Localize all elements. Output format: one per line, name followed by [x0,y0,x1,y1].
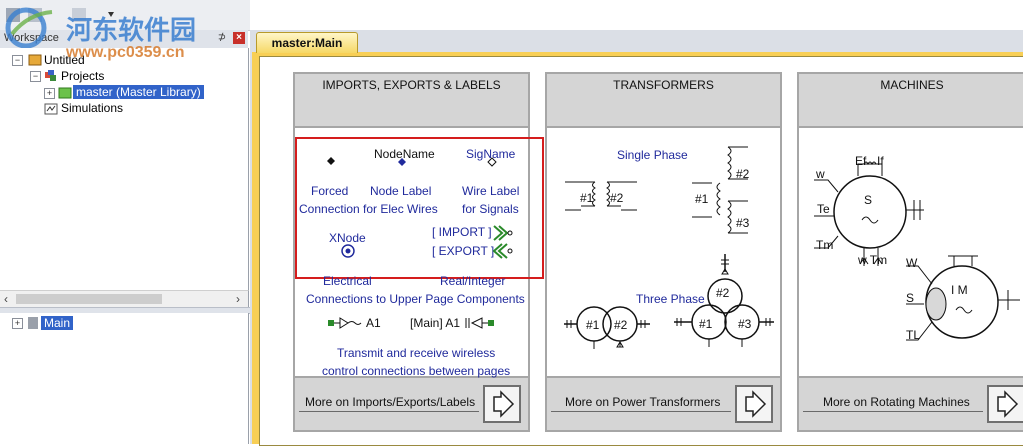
more-machines-button[interactable] [987,385,1023,423]
panel-title: IMPORTS, EXPORTS & LABELS [322,78,501,92]
pin-icon[interactable]: ⊅ [216,32,228,44]
watermark-url: www.pc0359.cn [66,44,185,61]
panel-header: IMPORTS, EXPORTS & LABELS [295,74,528,128]
transmit-name: A1 [366,316,381,330]
winding-label: #2 [610,191,624,205]
speed-label: w [816,167,825,181]
panel-header: TRANSFORMERS [547,74,780,128]
arrow-right-icon [745,390,767,418]
transmit-description-2: control connections between pages [322,364,511,378]
winding-label: #2 [716,286,730,300]
induction-machine-label: I M [951,283,968,297]
workspace-tree: − Untitled − Projects + master (Master L… [0,48,249,294]
winding-label: #1 [695,192,709,206]
page-tree: + Main [0,313,249,444]
panel-header: MACHINES [799,74,1023,128]
speed-label: W [906,256,918,270]
receive-name: [Main] A1 [410,316,461,330]
divider [299,411,479,412]
highlight-box [295,137,544,279]
panel-title: MACHINES [880,78,944,92]
real-integer-label: Real/Integer [440,274,506,288]
synchronous-machine-label: S [864,193,873,207]
page-icon [28,317,38,329]
winding-label: #1 [586,318,600,332]
scroll-right-icon[interactable]: › [236,292,240,306]
three-phase-transformer-3w-icon[interactable] [672,252,776,356]
slip-label: S [906,291,915,305]
more-transformers-link[interactable]: More on Power Transformers [565,395,720,409]
speed-torque-label: w Tm [858,253,888,267]
winding-label: #2 [736,167,750,181]
library-icon [58,87,72,99]
workspace-icon [28,54,42,66]
expand-icon[interactable]: + [12,318,23,329]
panel-footer: More on Rotating Machines [799,376,1023,430]
tree-item-label: Simulations [61,101,124,115]
connections-description: Connections to Upper Page Components [306,292,525,306]
panel-footer: More on Power Transformers [547,376,780,430]
arrow-right-icon [493,390,515,418]
divider [803,411,983,412]
field-voltage-label: Ef [855,154,867,168]
tree-item-label: Main [41,316,74,330]
collapse-icon[interactable]: − [30,71,41,82]
more-imports-link[interactable]: More on Imports/Exports/Labels [305,395,475,409]
tree-item-label: master (Master Library) [73,85,204,99]
scrollbar-thumb[interactable] [16,294,162,304]
winding-label: #3 [736,216,750,230]
close-icon[interactable]: × [233,32,245,44]
winding-label: #2 [614,318,628,332]
single-phase-label: Single Phase [617,148,688,162]
more-machines-link[interactable]: More on Rotating Machines [823,395,970,409]
collapse-icon[interactable]: − [12,55,23,66]
electrical-torque-label: Te [817,202,830,216]
winding-label: #3 [738,317,752,331]
projects-icon [45,70,56,81]
electrical-label: Electrical [323,274,372,288]
panel-title: TRANSFORMERS [613,78,714,92]
panel-footer: More on Imports/Exports/Labels [295,376,528,430]
three-phase-transformer-2w-icon[interactable] [562,296,652,354]
receive-icon[interactable] [464,316,496,330]
arrow-right-icon [997,390,1019,418]
tab-label: master:Main [271,36,343,50]
mechanical-torque-label: Tm [816,238,834,252]
scroll-left-icon[interactable]: ‹ [4,292,8,306]
winding-label: #1 [580,191,594,205]
single-phase-transformer-2w-icon[interactable] [563,178,639,214]
more-transformers-button[interactable] [735,385,773,423]
tree-item-label: Projects [61,69,105,83]
tab-master-main[interactable]: master:Main [256,32,358,53]
watermark-logo-icon [5,7,53,48]
induction-machine-icon[interactable] [904,252,1023,352]
simulations-icon [44,103,58,115]
transmit-description-1: Transmit and receive wireless [337,346,496,360]
load-torque-label: TL [906,328,921,342]
more-imports-button[interactable] [483,385,521,423]
winding-label: #1 [699,317,713,331]
watermark-title: 河东软件园 [66,16,197,46]
field-current-label: If [877,154,884,168]
transmit-icon[interactable] [327,316,365,330]
divider [551,411,731,412]
expand-icon[interactable]: + [44,88,55,99]
horizontal-scrollbar[interactable]: ‹ › [0,290,249,307]
